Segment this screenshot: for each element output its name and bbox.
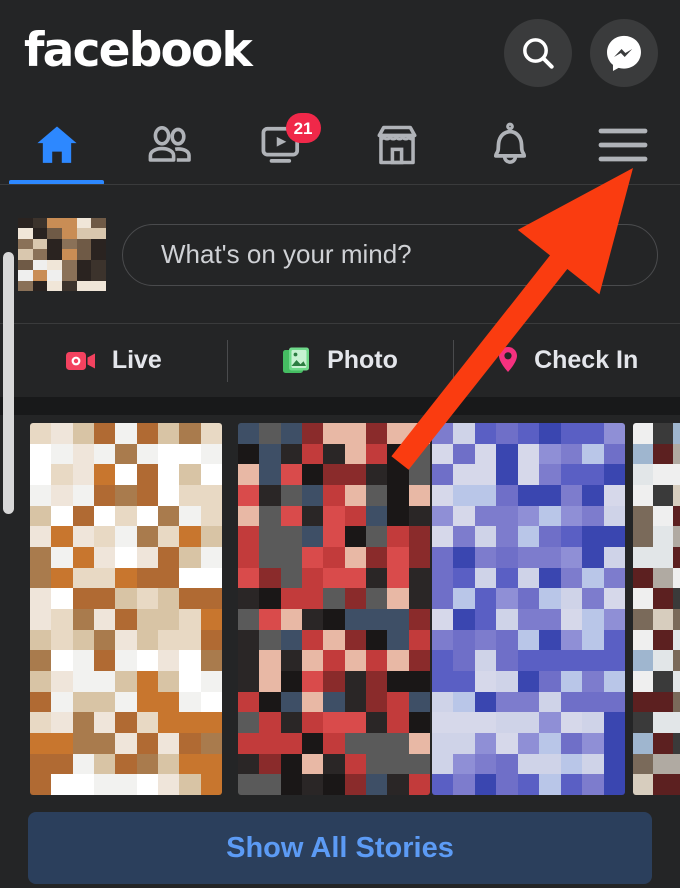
search-icon: [523, 37, 554, 69]
show-all-stories-label: Show All Stories: [226, 831, 454, 864]
check-in-button[interactable]: Check In: [453, 324, 680, 397]
whats-on-your-mind-input[interactable]: What's on your mind?: [122, 223, 658, 286]
story-pixelated-thumbnail: [30, 423, 222, 795]
location-pin-icon: [499, 346, 518, 372]
top-bar-actions: [504, 18, 658, 87]
story-pixelated-thumbnail: [633, 423, 680, 795]
section-gap: [0, 397, 680, 415]
story-card[interactable]: [432, 423, 625, 795]
tab-watch[interactable]: 21: [227, 105, 340, 185]
hamburger-menu-icon: [598, 128, 648, 162]
show-all-stories-button[interactable]: Show All Stories: [28, 812, 652, 884]
story-card[interactable]: [238, 423, 430, 795]
story-pixelated-thumbnail: [238, 423, 430, 795]
story-pixelated-thumbnail: [432, 423, 625, 795]
live-label: Live: [111, 346, 162, 374]
whats-on-your-mind-placeholder: What's on your mind?: [161, 239, 412, 269]
tab-marketplace[interactable]: [340, 105, 453, 185]
home-icon: [37, 126, 77, 163]
tab-home[interactable]: [0, 105, 113, 185]
main-tab-bar: 21: [0, 105, 680, 185]
photo-label: Photo: [327, 346, 398, 374]
story-card[interactable]: [30, 423, 222, 795]
avatar[interactable]: [18, 217, 106, 292]
live-button[interactable]: Live: [0, 324, 227, 397]
avatar-pixelated-image: [18, 217, 106, 292]
top-bar: facebook: [0, 0, 680, 105]
check-in-label: Check In: [534, 346, 639, 374]
watch-badge: 21: [285, 113, 321, 143]
facebook-app-screen: facebook 21 What's on your mind? Live Ph…: [0, 0, 680, 888]
messenger-icon: [607, 35, 641, 71]
marketplace-icon: [377, 125, 417, 165]
tab-notifications[interactable]: [453, 105, 566, 185]
photo-icon: [283, 347, 310, 373]
stories-carousel[interactable]: [0, 415, 680, 805]
search-button[interactable]: [504, 18, 572, 87]
live-video-icon: [65, 351, 95, 370]
friends-icon: [148, 126, 191, 162]
tab-bar-divider: [0, 184, 680, 185]
story-card[interactable]: [633, 423, 680, 795]
facebook-wordmark: facebook: [24, 23, 253, 78]
bell-icon: [493, 122, 527, 164]
vertical-scrollbar[interactable]: [3, 252, 14, 514]
photo-button[interactable]: Photo: [226, 324, 454, 397]
tab-menu[interactable]: [567, 105, 680, 185]
post-action-row: Live Photo Check In: [0, 323, 680, 397]
messenger-button[interactable]: [590, 18, 658, 87]
post-composer: What's on your mind?: [0, 186, 680, 323]
tab-friends[interactable]: [113, 105, 226, 185]
